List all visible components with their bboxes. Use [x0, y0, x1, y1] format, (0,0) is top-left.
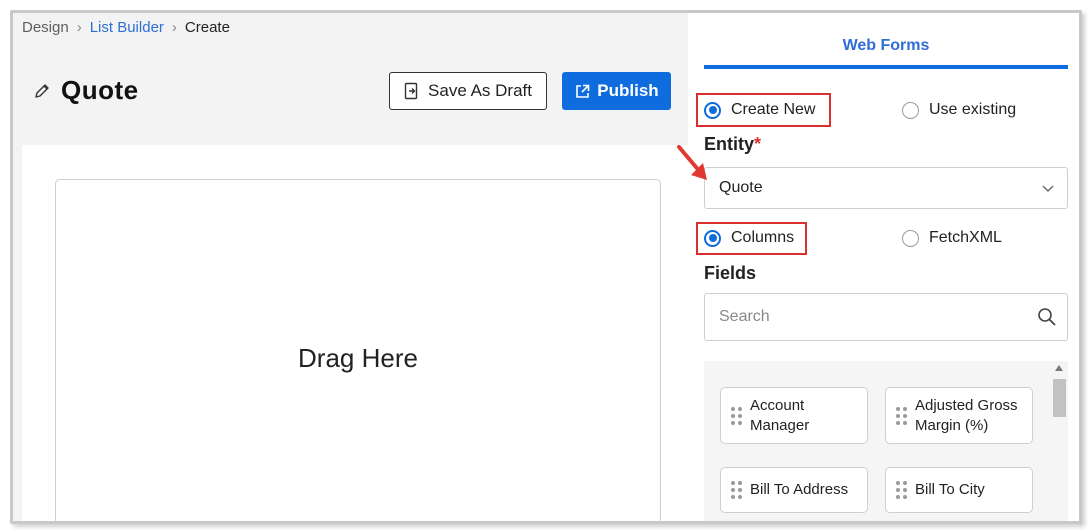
search-icon[interactable] [1037, 307, 1057, 327]
save-as-draft-label: Save As Draft [428, 81, 532, 100]
drag-handle-icon[interactable] [731, 406, 742, 425]
breadcrumb: Design › List Builder › Create [22, 19, 230, 36]
breadcrumb-list-builder[interactable]: List Builder [90, 19, 164, 36]
field-card-bill-to-city[interactable]: Bill To City [885, 467, 1033, 513]
columns-option[interactable]: Columns [704, 229, 794, 247]
use-existing-radio[interactable] [902, 101, 919, 119]
field-label-line: Adjusted Gross [915, 396, 1018, 414]
required-marker: * [754, 134, 762, 154]
fields-list: Account Manager Adjusted Gross Margin (%… [704, 361, 1068, 521]
app-window: Design › List Builder › Create Quote Sav… [10, 10, 1082, 524]
save-draft-icon [404, 82, 418, 100]
entity-select[interactable]: Quote [704, 167, 1068, 209]
drag-handle-icon[interactable] [731, 481, 742, 499]
page-title: Quote [61, 75, 139, 105]
canvas-area: Drag Here [22, 145, 688, 521]
field-label-line: Manager [750, 416, 810, 434]
create-new-label: Create New [731, 101, 816, 118]
field-card-bill-to-address[interactable]: Bill To Address [720, 467, 868, 513]
use-existing-option[interactable]: Use existing [902, 101, 1016, 119]
screenshot-frame: Design › List Builder › Create Quote Sav… [0, 0, 1090, 530]
field-card-label: Account Manager [750, 396, 809, 436]
list-builder-workspace: Design › List Builder › Create Quote Sav… [13, 13, 688, 521]
fetchxml-radio[interactable] [902, 229, 919, 247]
entity-select-value: Quote [719, 179, 763, 196]
field-search-input[interactable] [719, 308, 999, 326]
create-new-radio[interactable] [704, 101, 721, 119]
field-search[interactable] [704, 293, 1068, 341]
annotation-arrow-icon [677, 145, 707, 180]
title-row: Quote [33, 75, 139, 106]
chevron-down-icon [1042, 185, 1054, 192]
fetchxml-label: FetchXML [929, 229, 1002, 246]
chevron-right-icon: › [76, 19, 82, 36]
use-existing-label: Use existing [929, 101, 1017, 118]
scroll-thumb[interactable] [1053, 379, 1066, 417]
publish-button[interactable]: Publish [562, 72, 671, 110]
field-label-line: Margin (%) [915, 416, 989, 434]
drag-handle-icon[interactable] [896, 481, 907, 499]
field-card-account-manager[interactable]: Account Manager [720, 387, 868, 444]
tab-web-forms[interactable]: Web Forms [704, 31, 1068, 69]
fields-label: Fields [704, 263, 757, 283]
field-label-line: Account [750, 396, 805, 414]
scroll-up-arrow-icon[interactable] [1055, 365, 1063, 371]
breadcrumb-current: Create [184, 19, 230, 36]
columns-label: Columns [731, 229, 795, 246]
field-card-label: Bill To City [915, 481, 985, 498]
fields-scrollbar[interactable] [1052, 363, 1066, 521]
pencil-icon[interactable] [33, 82, 51, 100]
publish-label: Publish [597, 81, 659, 100]
columns-radio[interactable] [704, 229, 721, 247]
fetchxml-option[interactable]: FetchXML [902, 229, 1002, 247]
breadcrumb-design[interactable]: Design [22, 19, 69, 36]
drag-handle-icon[interactable] [896, 406, 907, 425]
drop-zone[interactable]: Drag Here [55, 179, 661, 521]
field-card-label: Adjusted Gross Margin (%) [915, 396, 1018, 436]
chevron-right-icon: › [171, 19, 177, 36]
create-new-option[interactable]: Create New [704, 101, 815, 119]
field-card-adjusted-gross-margin[interactable]: Adjusted Gross Margin (%) [885, 387, 1033, 444]
external-link-icon [576, 84, 590, 98]
drop-zone-text: Drag Here [298, 343, 418, 373]
save-as-draft-button[interactable]: Save As Draft [389, 72, 547, 110]
field-card-label: Bill To Address [750, 481, 849, 498]
web-forms-panel: Web Forms Create New Use existing Entity… [688, 13, 1079, 521]
